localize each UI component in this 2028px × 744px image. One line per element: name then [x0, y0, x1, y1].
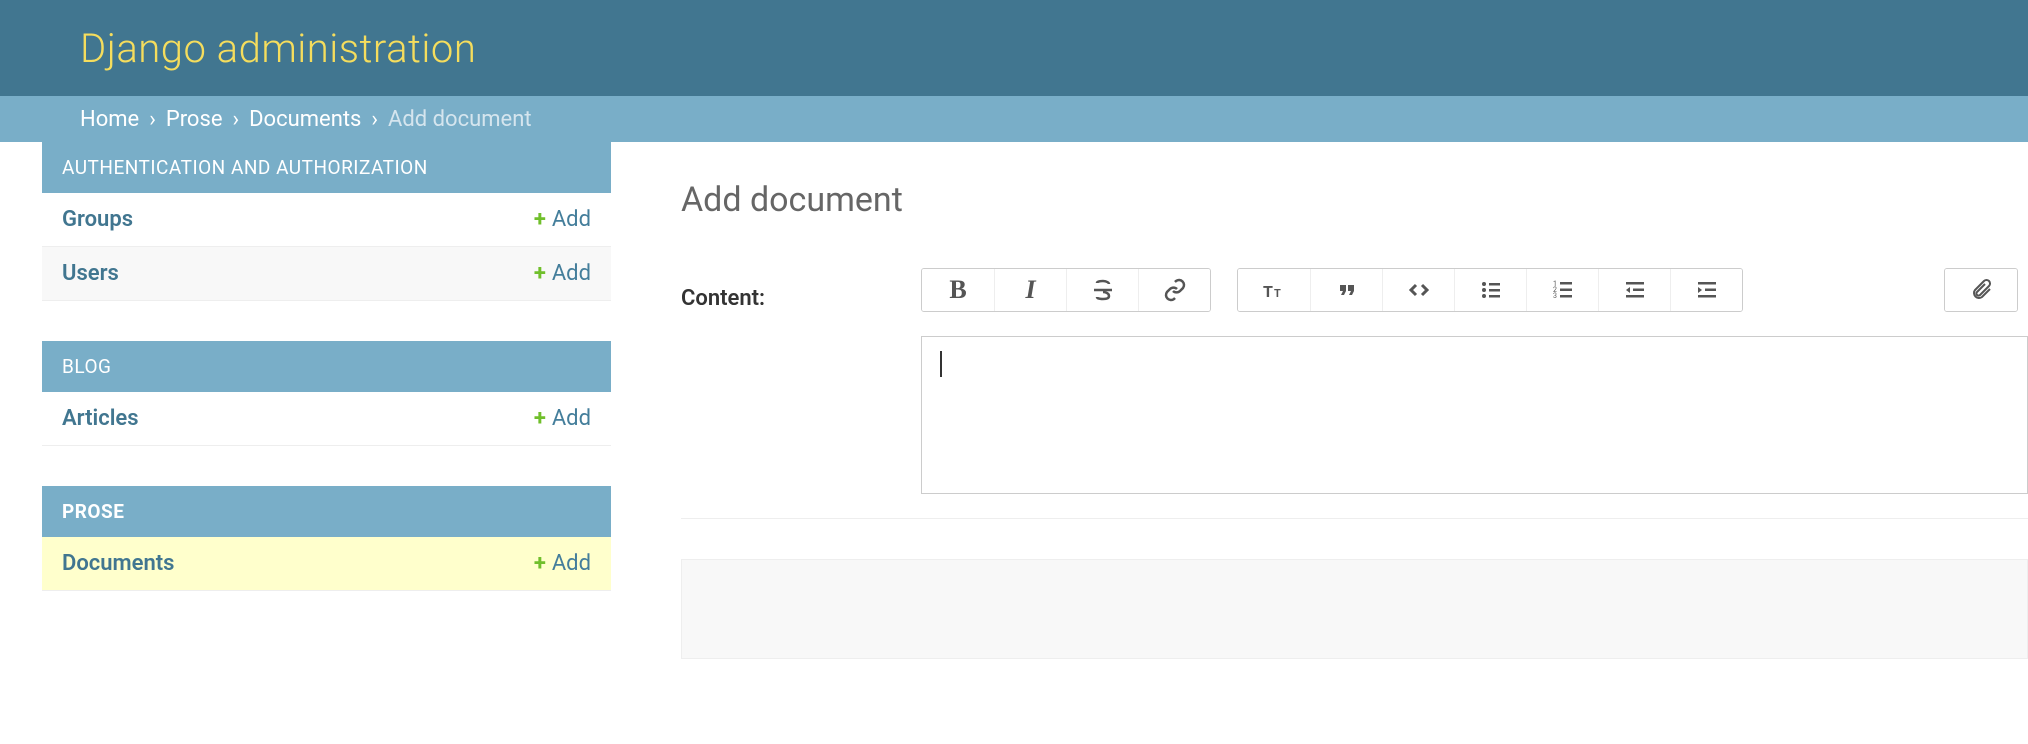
- plus-icon: +: [534, 551, 546, 576]
- italic-button[interactable]: I: [994, 269, 1066, 311]
- code-icon: [1407, 278, 1431, 302]
- sidebar-module-blog: BLOG Articles + Add: [42, 341, 611, 446]
- toolbar-group-inline: B I: [921, 268, 1211, 312]
- rich-editor: B I: [921, 268, 2028, 494]
- add-label: Add: [552, 261, 591, 286]
- plus-icon: +: [534, 207, 546, 232]
- code-button[interactable]: [1382, 269, 1454, 311]
- model-link-articles[interactable]: Articles: [62, 406, 139, 431]
- breadcrumb: Home › Prose › Documents › Add document: [0, 96, 2028, 142]
- model-link-users[interactable]: Users: [62, 261, 119, 286]
- add-link-users[interactable]: + Add: [534, 261, 591, 286]
- model-link-groups[interactable]: Groups: [62, 207, 133, 232]
- sidebar-item-articles: Articles + Add: [42, 392, 611, 446]
- attachment-button[interactable]: [1945, 269, 2017, 311]
- breadcrumb-home[interactable]: Home: [80, 107, 139, 132]
- breadcrumb-app[interactable]: Prose: [166, 107, 223, 132]
- plus-icon: +: [534, 261, 546, 286]
- indent-icon: [1695, 278, 1719, 302]
- bold-button[interactable]: B: [922, 269, 994, 311]
- add-link-documents[interactable]: + Add: [534, 551, 591, 576]
- add-label: Add: [552, 551, 591, 576]
- outdent-button[interactable]: [1598, 269, 1670, 311]
- sidebar-item-documents: Documents + Add: [42, 537, 611, 591]
- form-row-content: Content: B I: [681, 268, 2028, 519]
- strikethrough-button[interactable]: [1066, 269, 1138, 311]
- link-icon: [1163, 278, 1187, 302]
- content-editor[interactable]: [921, 336, 2028, 494]
- sidebar: AUTHENTICATION AND AUTHORIZATION Groups …: [0, 142, 611, 659]
- app-title: Django administration: [80, 25, 476, 72]
- app-header: Django administration: [0, 0, 2028, 96]
- toolbar-group-attach: [1944, 268, 2018, 312]
- field-label-content: Content:: [681, 268, 881, 311]
- bullet-list-icon: [1479, 278, 1503, 302]
- svg-text:3: 3: [1553, 292, 1557, 300]
- indent-button[interactable]: [1670, 269, 1742, 311]
- paperclip-icon: [1969, 278, 1993, 302]
- svg-text:T: T: [1263, 282, 1273, 301]
- add-link-groups[interactable]: + Add: [534, 207, 591, 232]
- ordered-list-icon: 1 2 3: [1551, 278, 1575, 302]
- add-link-articles[interactable]: + Add: [534, 406, 591, 431]
- sidebar-module-auth: AUTHENTICATION AND AUTHORIZATION Groups …: [42, 142, 611, 301]
- plus-icon: +: [534, 406, 546, 431]
- outdent-icon: [1623, 278, 1647, 302]
- module-caption[interactable]: PROSE: [42, 486, 611, 537]
- breadcrumb-separator: ›: [149, 107, 156, 132]
- svg-text:T: T: [1274, 287, 1281, 300]
- module-caption[interactable]: BLOG: [42, 341, 611, 392]
- quote-button[interactable]: [1310, 269, 1382, 311]
- sidebar-module-prose: PROSE Documents + Add: [42, 486, 611, 591]
- text-size-icon: T T: [1262, 278, 1286, 302]
- breadcrumb-model[interactable]: Documents: [249, 107, 361, 132]
- toolbar-group-block: T T: [1237, 268, 1743, 312]
- add-label: Add: [552, 406, 591, 431]
- page-title: Add document: [681, 180, 2028, 220]
- sidebar-item-users: Users + Add: [42, 247, 611, 301]
- add-label: Add: [552, 207, 591, 232]
- breadcrumb-current: Add document: [388, 107, 532, 132]
- text-cursor: [940, 351, 942, 377]
- quote-icon: [1335, 278, 1359, 302]
- model-link-documents[interactable]: Documents: [62, 551, 174, 576]
- editor-toolbar: B I: [921, 268, 2028, 312]
- module-caption[interactable]: AUTHENTICATION AND AUTHORIZATION: [42, 142, 611, 193]
- submit-row-placeholder: [681, 559, 2028, 659]
- bullet-list-button[interactable]: [1454, 269, 1526, 311]
- link-button[interactable]: [1138, 269, 1210, 311]
- breadcrumb-separator: ›: [233, 107, 240, 132]
- heading-button[interactable]: T T: [1238, 269, 1310, 311]
- breadcrumb-separator: ›: [371, 107, 378, 132]
- strikethrough-icon: [1091, 278, 1115, 302]
- sidebar-item-groups: Groups + Add: [42, 193, 611, 247]
- ordered-list-button[interactable]: 1 2 3: [1526, 269, 1598, 311]
- main-content: Add document Content: B I: [611, 142, 2028, 659]
